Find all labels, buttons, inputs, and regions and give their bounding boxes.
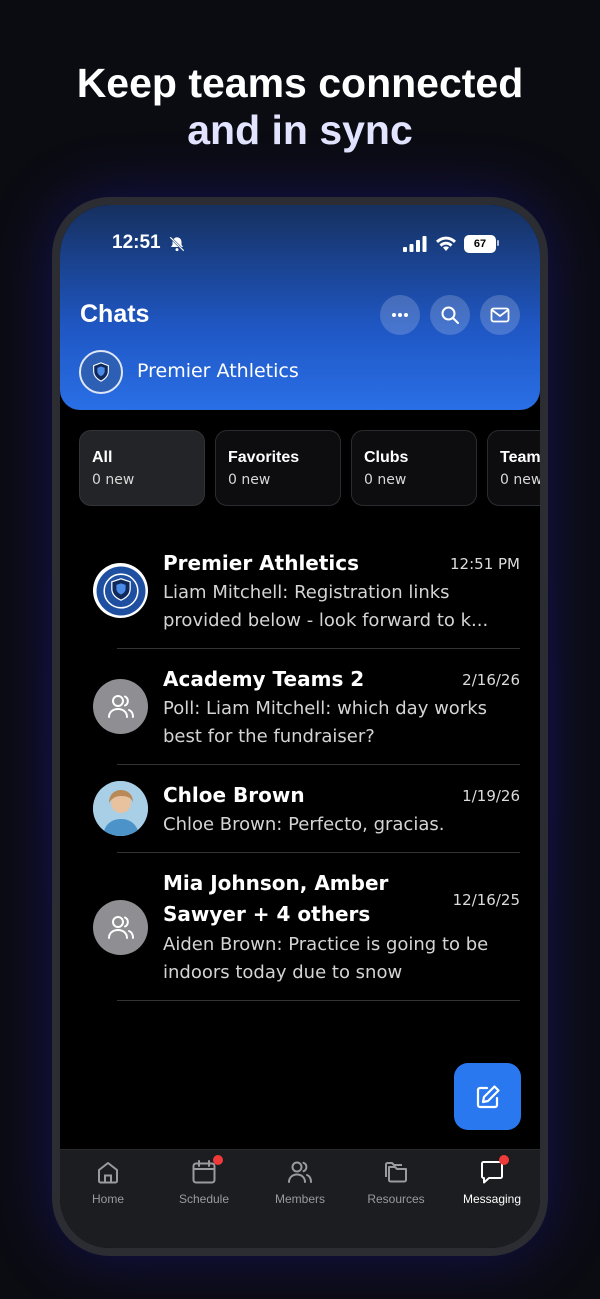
divider	[117, 764, 520, 765]
headline: Keep teams connected and in sync	[0, 60, 600, 154]
tab-teams[interactable]: Team 0 new	[487, 430, 540, 506]
chat-name: Academy Teams 2	[163, 667, 365, 691]
battery-icon: 67	[464, 235, 496, 253]
nav-label: Resources	[367, 1192, 425, 1206]
chat-date: 12/16/25	[452, 891, 520, 909]
tab-label: All	[92, 449, 113, 466]
nav-schedule[interactable]: Schedule	[156, 1155, 252, 1206]
divider	[117, 648, 520, 649]
members-icon	[288, 1161, 312, 1183]
more-dots-icon	[392, 313, 408, 317]
tab-favorites[interactable]: Favorites 0 new	[215, 430, 341, 506]
chat-name: Mia Johnson, Amber Sawyer + 4 others	[163, 871, 389, 926]
nav-label: Messaging	[462, 1192, 522, 1206]
nav-home[interactable]: Home	[60, 1158, 156, 1206]
home-icon	[98, 1162, 118, 1184]
nav-messaging[interactable]: Messaging	[444, 1155, 540, 1206]
chat-preview: Aiden Brown: Practice is going to be ind…	[163, 934, 489, 983]
chat-date: 12:51 PM	[450, 555, 520, 573]
tab-clubs[interactable]: Clubs 0 new	[351, 430, 477, 506]
tab-count: 0 new	[228, 472, 271, 488]
mail-icon	[490, 307, 510, 323]
nav-label: Schedule	[178, 1192, 230, 1206]
avatar	[93, 781, 148, 836]
page-title: Chats	[80, 300, 150, 328]
chat-date: 2/16/26	[462, 671, 520, 689]
avatar	[93, 900, 148, 955]
nav-label: Home	[91, 1192, 124, 1206]
tab-all[interactable]: All 0 new	[79, 430, 205, 506]
chat-filter-tabs: All 0 new Favorites 0 new Clubs 0 new Te…	[79, 430, 540, 506]
more-button[interactable]	[380, 295, 420, 335]
search-icon	[441, 306, 459, 324]
chat-preview: Poll: Liam Mitchell: which day works bes…	[163, 698, 488, 747]
avatar	[93, 563, 148, 618]
divider	[117, 852, 520, 853]
tab-count: 0 new	[364, 472, 407, 488]
avatar	[93, 679, 148, 734]
tab-label: Clubs	[364, 449, 409, 466]
folders-icon	[385, 1162, 407, 1183]
chats-header: 12:51 67 Chats Premier Athletics	[60, 205, 540, 410]
bell-muted-icon	[169, 236, 185, 252]
battery-tip	[497, 240, 499, 246]
group-icon	[107, 915, 134, 939]
tab-count: 0 new	[92, 472, 135, 488]
nav-resources[interactable]: Resources	[348, 1158, 444, 1206]
mail-button[interactable]	[480, 295, 520, 335]
group-icon	[107, 694, 134, 718]
headline-line-1: Keep teams connected	[76, 60, 524, 106]
search-button[interactable]	[430, 295, 470, 335]
notification-badge	[499, 1155, 509, 1165]
nav-members[interactable]: Members	[252, 1158, 348, 1206]
tab-count: 0 new	[500, 472, 540, 488]
notification-badge	[213, 1155, 223, 1165]
signal-icon	[403, 236, 427, 252]
wifi-icon	[436, 236, 456, 251]
compose-button[interactable]	[454, 1063, 521, 1130]
shield-crest-icon	[93, 362, 109, 382]
bottom-nav: Home Schedule Members Resources Messagin…	[60, 1149, 540, 1248]
divider	[117, 1000, 520, 1001]
status-time: 12:51	[112, 232, 161, 253]
app-screen: 12:51 67 Chats Premier Athletics All 0 n…	[60, 205, 540, 1248]
headline-line-2: and in sync	[187, 107, 413, 153]
chat-preview: Liam Mitchell: Registration links provid…	[163, 582, 489, 631]
tab-label: Team	[500, 449, 540, 466]
chat-date: 1/19/26	[462, 787, 520, 805]
tab-label: Favorites	[228, 449, 300, 466]
compose-icon	[476, 1084, 500, 1108]
org-logo[interactable]	[79, 350, 123, 394]
chat-name: Chloe Brown	[163, 783, 305, 807]
nav-label: Members	[274, 1192, 325, 1206]
chat-name: Premier Athletics	[163, 551, 360, 575]
club-crest-icon	[96, 566, 145, 615]
person-photo-icon	[93, 781, 148, 836]
chat-preview: Chloe Brown: Perfecto, gracias.	[163, 814, 445, 835]
org-name[interactable]: Premier Athletics	[137, 360, 299, 382]
